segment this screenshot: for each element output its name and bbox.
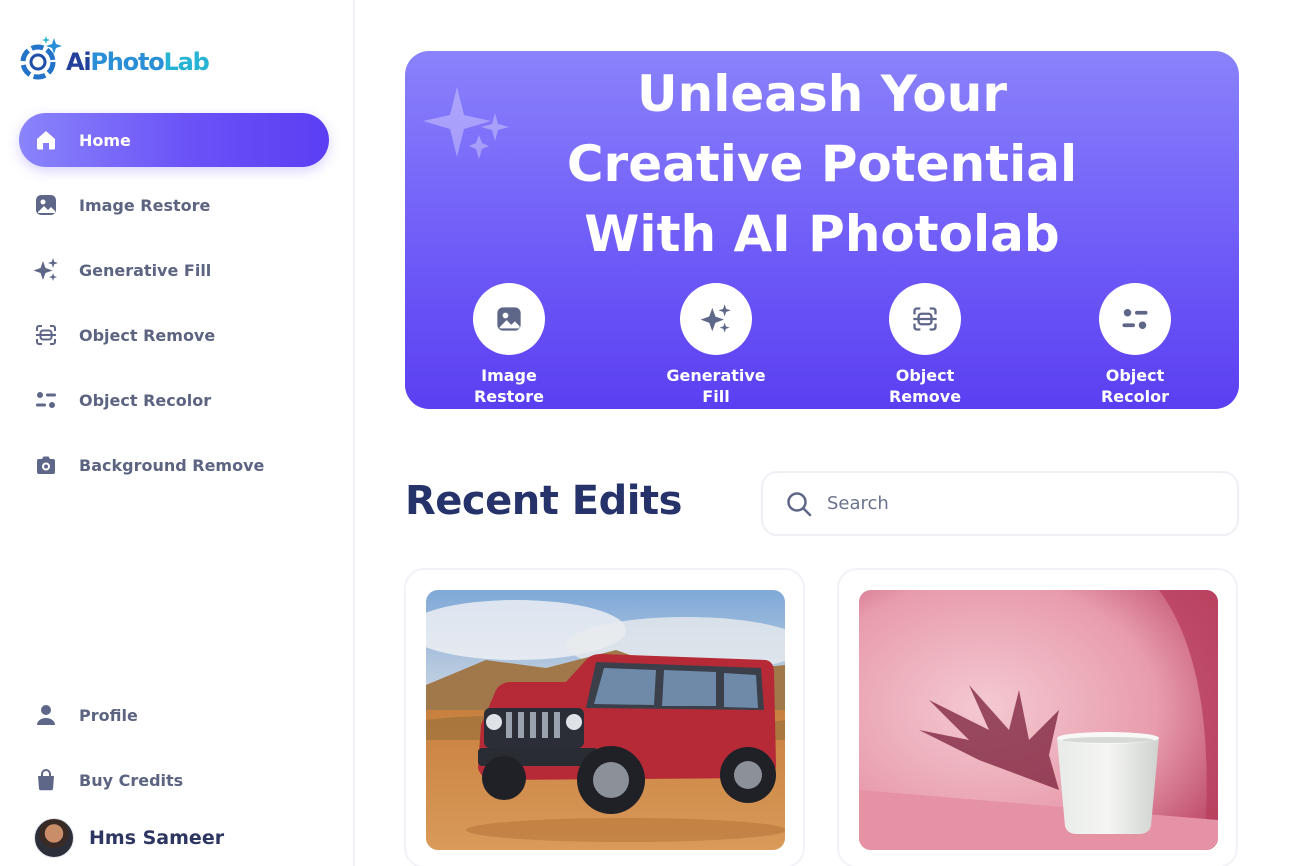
shopping-bag-icon <box>33 767 59 793</box>
tool-image-restore[interactable]: Image Restore <box>429 283 589 407</box>
user-name: Hms Sameer <box>89 827 225 849</box>
sidebar-item-object-recolor[interactable]: Object Recolor <box>19 373 329 427</box>
recent-edit-card[interactable] <box>404 568 805 866</box>
sliders-icon <box>33 387 59 413</box>
recent-edit-card[interactable] <box>837 568 1238 866</box>
avatar <box>34 818 74 858</box>
home-icon <box>33 127 59 153</box>
hero-title: Unleash Your Creative Potential With AI … <box>566 65 1078 263</box>
tool-label: Generative Fill <box>666 366 766 406</box>
search-icon <box>787 491 812 516</box>
scan-object-icon <box>913 307 937 331</box>
search-input[interactable] <box>827 493 1227 514</box>
sidebar-item-label: Image Restore <box>79 195 211 215</box>
sidebar-item-label: Object Remove <box>79 325 216 345</box>
sidebar-item-label: Profile <box>79 705 138 725</box>
sparkles-icon <box>423 87 509 159</box>
sidebar-item-home[interactable]: Home <box>19 113 329 167</box>
recent-edits-title: Recent Edits <box>405 478 682 524</box>
tool-label: Object Recolor <box>1100 366 1169 406</box>
sidebar-item-label: Background Remove <box>79 455 265 475</box>
cup-photo <box>859 590 1218 850</box>
image-icon <box>33 192 59 218</box>
sidebar-item-label: Object Recolor <box>79 390 212 410</box>
sidebar-item-object-remove[interactable]: Object Remove <box>19 308 329 362</box>
hero-banner: Unleash Your Creative Potential With AI … <box>405 51 1239 409</box>
user-profile[interactable]: Hms Sameer <box>34 818 224 858</box>
sidebar: AiPhotoLab Home Image Restore Generative… <box>0 0 355 866</box>
app-logo[interactable]: AiPhotoLab <box>18 34 210 84</box>
sidebar-item-label: Home <box>79 130 131 150</box>
sidebar-item-generative-fill[interactable]: Generative Fill <box>19 243 329 297</box>
sidebar-item-buy-credits[interactable]: Buy Credits <box>19 753 329 807</box>
tool-label: Image Restore <box>473 366 545 406</box>
edit-thumbnail[interactable] <box>426 590 785 850</box>
tool-icon-circle <box>889 283 961 355</box>
camera-icon <box>33 452 59 478</box>
sliders-icon <box>1122 309 1148 329</box>
sidebar-item-background-remove[interactable]: Background Remove <box>19 438 329 492</box>
logo-camera-icon <box>20 36 62 80</box>
edit-thumbnail[interactable] <box>859 590 1218 850</box>
sidebar-item-image-restore[interactable]: Image Restore <box>19 178 329 232</box>
tool-label: Object Remove <box>888 366 962 406</box>
sidebar-item-profile[interactable]: Profile <box>19 688 329 742</box>
sparkles-icon <box>700 304 731 333</box>
app-name: AiPhotoLab <box>66 48 210 76</box>
sidebar-item-label: Buy Credits <box>79 770 184 790</box>
tool-icon-circle <box>1099 283 1171 355</box>
sidebar-item-label: Generative Fill <box>79 260 212 280</box>
scan-object-icon <box>33 322 59 348</box>
tool-object-remove[interactable]: Object Remove <box>845 283 1005 407</box>
user-icon <box>33 702 59 728</box>
tool-icon-circle <box>473 283 545 355</box>
image-icon <box>497 307 521 331</box>
tool-object-recolor[interactable]: Object Recolor <box>1055 283 1215 407</box>
search-box[interactable] <box>761 471 1239 536</box>
car-photo <box>426 590 785 850</box>
sparkles-icon <box>33 257 59 283</box>
tool-icon-circle <box>680 283 752 355</box>
tool-generative-fill[interactable]: Generative Fill <box>636 283 796 407</box>
